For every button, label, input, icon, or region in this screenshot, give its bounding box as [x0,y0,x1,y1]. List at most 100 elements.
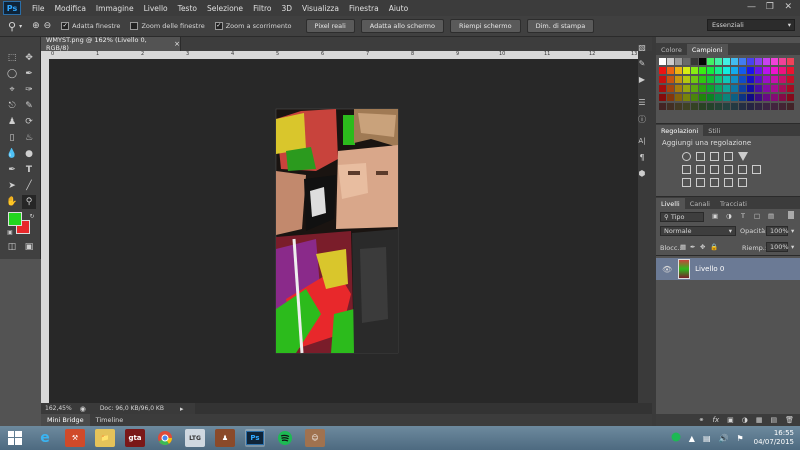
color-swatch[interactable] [691,67,698,74]
color-swatch[interactable] [779,58,786,65]
color-swatch[interactable] [763,103,770,110]
chevron-down-icon[interactable]: ▾ [791,227,794,235]
curves-icon[interactable] [710,152,719,161]
color-swatch[interactable] [715,85,722,92]
color-swatch[interactable] [747,94,754,101]
zoom-level[interactable]: 162,45% [45,405,72,412]
checkbox-zoom-finestre[interactable]: Zoom delle finestre [130,22,205,30]
brush-tool-icon[interactable]: ✎ [22,99,36,113]
color-swatch[interactable] [675,94,682,101]
game-icon[interactable]: ♟ [215,429,235,447]
color-swatch[interactable] [763,94,770,101]
minimize-icon[interactable]: — [747,2,756,12]
color-swatch[interactable] [683,94,690,101]
menu-visualizza[interactable]: Visualizza [297,4,344,13]
gradient-map-icon[interactable] [724,178,733,187]
flag-icon[interactable]: ⚑ [736,434,743,443]
avatar-icon[interactable]: ☺ [305,429,325,447]
filter-toggle[interactable] [788,211,794,219]
vibrance-icon[interactable] [738,152,748,161]
color-swatch[interactable] [779,103,786,110]
color-swatch[interactable] [659,94,666,101]
zoom-out-icon[interactable]: ⊖ [44,21,52,31]
color-swatch[interactable] [787,103,794,110]
color-swatch[interactable] [755,76,762,83]
color-swatch[interactable] [723,76,730,83]
color-swatch[interactable] [699,58,706,65]
horizontal-scrollbar[interactable] [195,403,652,414]
color-swatch[interactable] [739,94,746,101]
color-swatch[interactable] [787,58,794,65]
color-swatch[interactable] [667,58,674,65]
tab-colore[interactable]: Colore [656,44,687,55]
foreground-color-swatch[interactable] [8,212,22,226]
tab-mini-bridge[interactable]: Mini Bridge [41,414,90,426]
invert-icon[interactable] [682,178,691,187]
color-swatch[interactable] [787,67,794,74]
brightness-icon[interactable] [682,152,691,161]
path-select-tool-icon[interactable]: ➤ [5,179,19,193]
color-swatch[interactable] [707,67,714,74]
color-swatch[interactable] [715,58,722,65]
swap-colors-icon[interactable]: ↻ [25,209,39,223]
color-swatch[interactable] [707,103,714,110]
color-swatch[interactable] [715,67,722,74]
layer-filter-select[interactable]: ⚲ Tipo [660,212,704,222]
color-swatch[interactable] [707,85,714,92]
close-icon[interactable]: × [174,40,180,48]
up-arrow-icon[interactable]: ▲ [689,434,695,443]
hue-saturation-icon[interactable] [682,165,691,174]
color-swatch[interactable] [779,94,786,101]
lock-pixels-icon[interactable]: ✒ [690,243,695,251]
color-swatch[interactable] [683,58,690,65]
color-swatch[interactable] [699,76,706,83]
tab-canali[interactable]: Canali [685,198,715,209]
tab-timeline[interactable]: Timeline [90,414,130,426]
color-swatch[interactable] [771,94,778,101]
color-swatch[interactable] [715,76,722,83]
color-swatch[interactable] [771,85,778,92]
paragraph-icon[interactable]: ¶ [636,153,648,165]
color-swatch[interactable] [779,67,786,74]
color-swatch[interactable] [787,94,794,101]
filter-adjustment-icon[interactable]: ◑ [726,212,732,220]
color-swatch[interactable] [707,94,714,101]
tab-livelli[interactable]: Livelli [656,198,685,209]
color-swatch[interactable] [715,103,722,110]
history-icon[interactable]: ▧ [636,43,648,55]
fill-input[interactable]: 100% [766,242,789,252]
exposure-icon[interactable] [724,152,733,161]
posterize-icon[interactable] [696,178,705,187]
color-swatch[interactable] [755,58,762,65]
layer-row[interactable]: 👁 Livello 0 [656,258,800,280]
zoom-tool-icon[interactable]: ⚲ [8,20,16,33]
line-tool-icon[interactable]: ╱ [22,179,36,193]
move-tool-icon[interactable]: ✥ [22,51,36,65]
color-swatch[interactable] [699,67,706,74]
layer-name[interactable]: Livello 0 [695,265,724,273]
crop-tool-icon[interactable]: ⌖ [5,83,19,97]
tab-regolazioni[interactable]: Regolazioni [656,125,704,136]
color-swatch[interactable] [683,67,690,74]
color-swatch[interactable] [771,103,778,110]
adjustment-layer-icon[interactable]: ◑ [742,416,748,424]
zoom-in-icon[interactable]: ⊕ [32,21,40,31]
chrome-icon[interactable] [155,429,175,447]
color-lookup-icon[interactable] [752,165,761,174]
color-swatch[interactable] [675,85,682,92]
spotify-icon[interactable] [275,429,295,447]
quick-select-tool-icon[interactable]: ✒ [22,67,36,81]
color-swatch[interactable] [723,85,730,92]
color-swatch[interactable] [659,103,666,110]
filter-pixel-icon[interactable]: ▣ [712,212,718,220]
status-menu-icon[interactable]: ◉ [80,405,86,413]
chevron-down-icon[interactable]: ▾ [791,243,794,251]
color-swatch[interactable] [675,67,682,74]
stamp-tool-icon[interactable]: ♟ [5,115,19,129]
internet-explorer-icon[interactable]: e [35,429,55,447]
color-swatch[interactable] [755,94,762,101]
blur-tool-icon[interactable]: 💧 [5,147,19,161]
color-swatch[interactable] [763,67,770,74]
color-swatch[interactable] [731,103,738,110]
tab-campioni[interactable]: Campioni [686,44,728,55]
